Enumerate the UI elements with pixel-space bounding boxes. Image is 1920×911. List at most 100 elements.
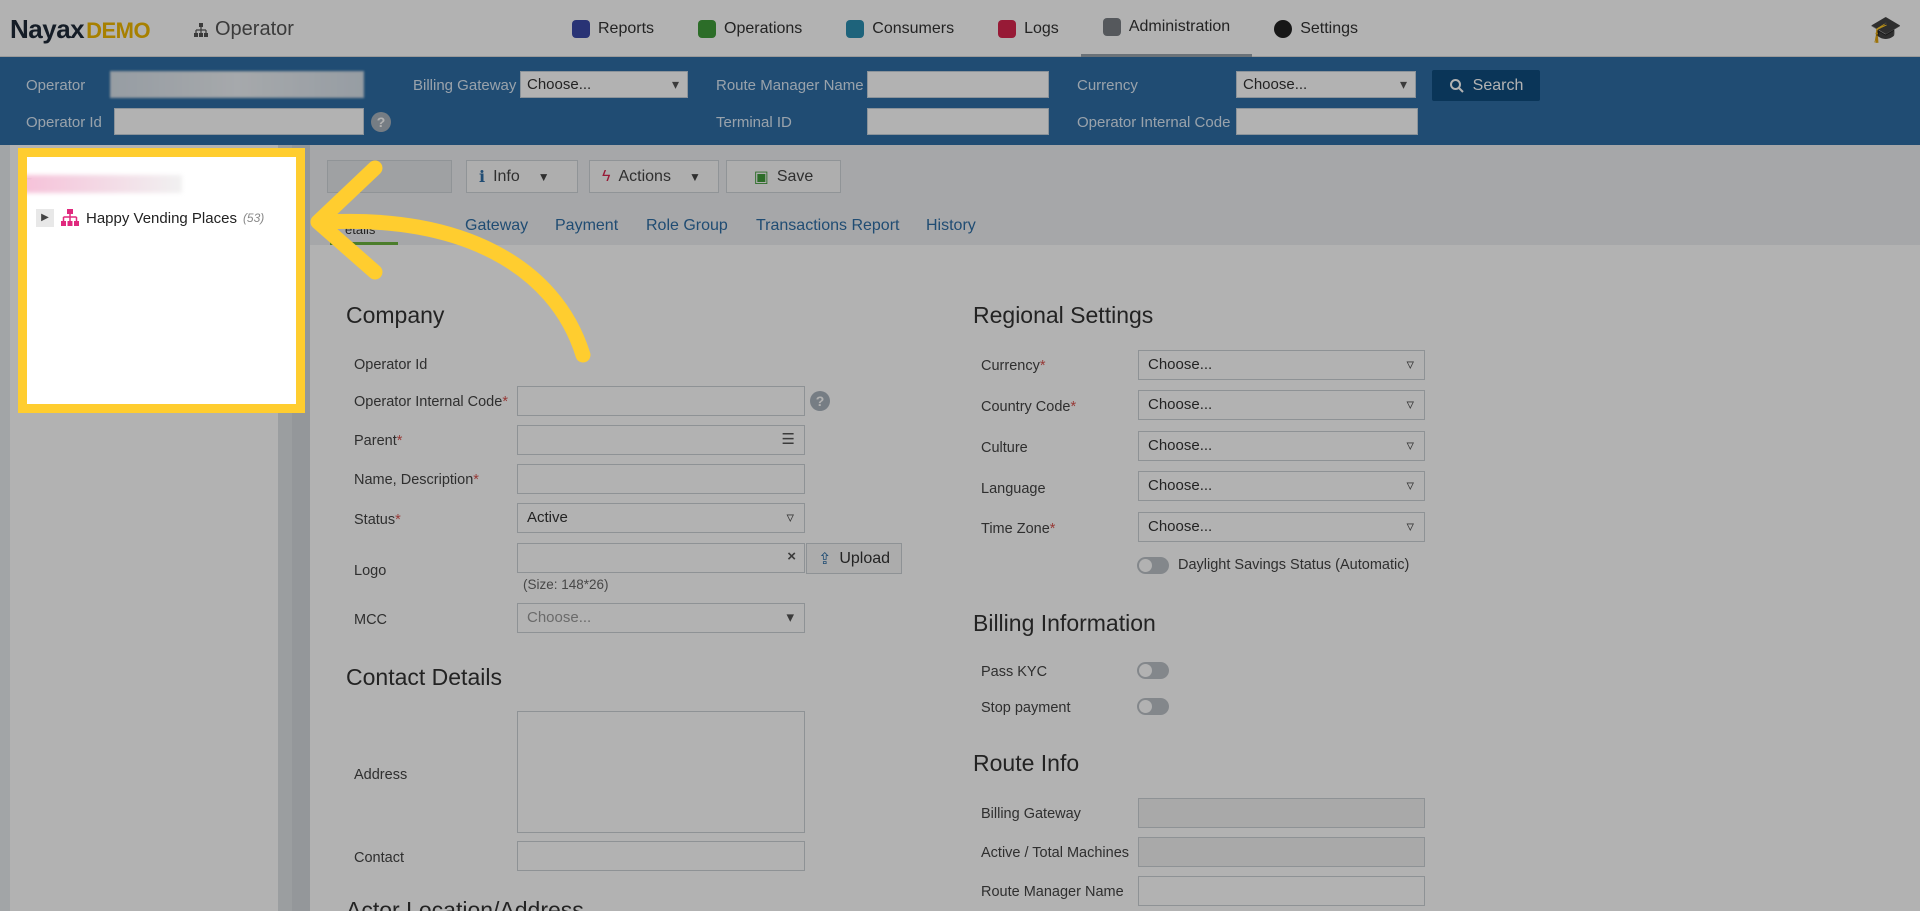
- currency-select[interactable]: Choose...: [1236, 71, 1416, 98]
- tab-gateway[interactable]: Gateway: [465, 217, 528, 235]
- internal-code-text: Operator Internal Code: [354, 394, 503, 410]
- list-icon[interactable]: ☰: [782, 430, 795, 448]
- actor-location-section-title: Actor Location/Address: [346, 897, 584, 911]
- tab-role-group[interactable]: Role Group: [646, 217, 728, 235]
- logo-field[interactable]: ×: [517, 543, 805, 573]
- actions-label: Actions: [618, 167, 671, 185]
- save-icon: ▣: [753, 168, 769, 186]
- administration-icon: [1102, 18, 1121, 36]
- contact-field[interactable]: [517, 841, 805, 871]
- currency-label: Currency: [1077, 77, 1138, 94]
- nav-label: Logs: [1024, 19, 1059, 37]
- terminal-id-input[interactable]: [867, 108, 1049, 135]
- name-desc-field-label: Name, Description*: [354, 472, 479, 488]
- help-icon[interactable]: ?: [371, 112, 391, 132]
- help-icon[interactable]: ?: [810, 391, 830, 411]
- consumers-icon: [846, 19, 865, 38]
- search-button-label: Search: [1472, 76, 1524, 94]
- nav-label: Reports: [598, 19, 655, 37]
- logo-demo-text: DEMO: [86, 18, 151, 43]
- culture-select[interactable]: Choose...: [1138, 431, 1425, 461]
- tab-payment[interactable]: Payment: [555, 217, 618, 235]
- logs-icon: [998, 19, 1017, 38]
- clear-icon[interactable]: ×: [787, 548, 796, 565]
- status-select[interactable]: Active: [517, 503, 805, 533]
- logo-main-text: Nayax: [10, 14, 85, 44]
- logo-size-hint: (Size: 148*26): [523, 577, 609, 592]
- nav-label: Settings: [1300, 19, 1358, 37]
- nav-operations[interactable]: Operations: [676, 0, 824, 57]
- contact-section-title: Contact Details: [346, 664, 502, 690]
- name-desc-field[interactable]: [517, 464, 805, 494]
- pass-kyc-toggle[interactable]: [1137, 662, 1169, 679]
- operator-input[interactable]: [110, 71, 364, 98]
- mcc-field-label: MCC: [354, 612, 388, 628]
- culture-field-label: Culture: [981, 440, 1028, 456]
- parent-text: Parent: [354, 433, 397, 449]
- language-select[interactable]: Choose...: [1138, 471, 1425, 501]
- daylight-savings-label: Daylight Savings Status (Automatic): [1178, 557, 1410, 573]
- info-button[interactable]: i Info ▼: [466, 160, 578, 193]
- language-field-label: Language: [981, 481, 1046, 497]
- search-button[interactable]: Search: [1432, 70, 1540, 101]
- company-section-title: Company: [346, 302, 445, 328]
- name-desc-text: Name, Description: [354, 472, 474, 488]
- country-code-text: Country Code: [981, 399, 1071, 415]
- nav-reports[interactable]: Reports: [550, 0, 676, 57]
- upload-button[interactable]: ⇪ Upload: [806, 543, 902, 574]
- address-field-label: Address: [354, 767, 408, 783]
- stop-payment-toggle[interactable]: [1137, 698, 1169, 715]
- tab-details-label: etails: [345, 222, 376, 237]
- blurred-toolbar-button[interactable]: [327, 160, 452, 193]
- nav-settings[interactable]: Settings: [1252, 0, 1380, 57]
- time-zone-text: Time Zone: [981, 521, 1050, 537]
- reports-icon: [572, 19, 590, 38]
- route-billing-gateway-field: [1138, 798, 1425, 828]
- actions-button[interactable]: ϟ Actions ▼: [589, 160, 719, 193]
- status-text: Status: [354, 512, 396, 528]
- parent-field[interactable]: ☰: [517, 425, 805, 455]
- nav-label: Administration: [1128, 18, 1231, 35]
- terminal-id-label: Terminal ID: [716, 114, 792, 131]
- route-manager-field-label: Route Manager Name: [981, 884, 1124, 900]
- operator-id-field-label: Operator Id: [354, 357, 428, 373]
- upload-icon: ⇪: [817, 550, 832, 568]
- mcc-select[interactable]: Choose...: [517, 603, 805, 633]
- nav-consumers[interactable]: Consumers: [824, 0, 976, 57]
- status-field-label: Status*: [354, 512, 401, 528]
- route-manager-input[interactable]: [867, 71, 1049, 98]
- nav-label: Consumers: [872, 19, 955, 37]
- nav-administration[interactable]: Administration: [1080, 0, 1253, 57]
- nav-logs[interactable]: Logs: [976, 0, 1081, 57]
- hierarchy-icon: [194, 22, 208, 37]
- chevron-down-icon: ▼: [537, 169, 550, 184]
- machines-field: [1138, 837, 1425, 867]
- country-code-field-label: Country Code*: [981, 399, 1077, 415]
- save-button[interactable]: ▣ Save: [726, 160, 841, 193]
- graduation-cap-icon[interactable]: 🎓: [1870, 14, 1902, 45]
- parent-field-label: Parent*: [354, 433, 403, 449]
- currency-field-select[interactable]: Choose...: [1138, 350, 1425, 380]
- internal-code-input[interactable]: [1236, 108, 1418, 135]
- address-textarea[interactable]: [517, 711, 805, 833]
- operator-label: Operator: [26, 77, 86, 94]
- route-manager-field[interactable]: [1138, 876, 1425, 906]
- info-label: Info: [493, 167, 520, 185]
- stop-payment-label: Stop payment: [981, 700, 1071, 716]
- tab-transactions-report[interactable]: Transactions Report: [756, 217, 899, 235]
- lightning-icon: ϟ: [602, 167, 611, 185]
- operator-id-label: Operator Id: [26, 114, 102, 131]
- currency-text: Currency: [981, 358, 1040, 374]
- nav-label: Operations: [724, 19, 803, 37]
- billing-gateway-label: Billing Gateway: [413, 77, 517, 94]
- billing-gateway-select[interactable]: Choose...: [520, 71, 688, 98]
- route-manager-label: Route Manager Name: [716, 77, 864, 94]
- time-zone-select[interactable]: Choose...: [1138, 512, 1425, 542]
- time-zone-field-label: Time Zone*: [981, 521, 1056, 537]
- internal-code-field[interactable]: [517, 386, 805, 416]
- tab-history[interactable]: History: [926, 217, 976, 235]
- daylight-savings-toggle[interactable]: [1137, 557, 1169, 574]
- nayax-logo[interactable]: NayaxDEMO: [10, 14, 151, 45]
- country-code-select[interactable]: Choose...: [1138, 390, 1425, 420]
- operator-id-input[interactable]: [114, 108, 364, 135]
